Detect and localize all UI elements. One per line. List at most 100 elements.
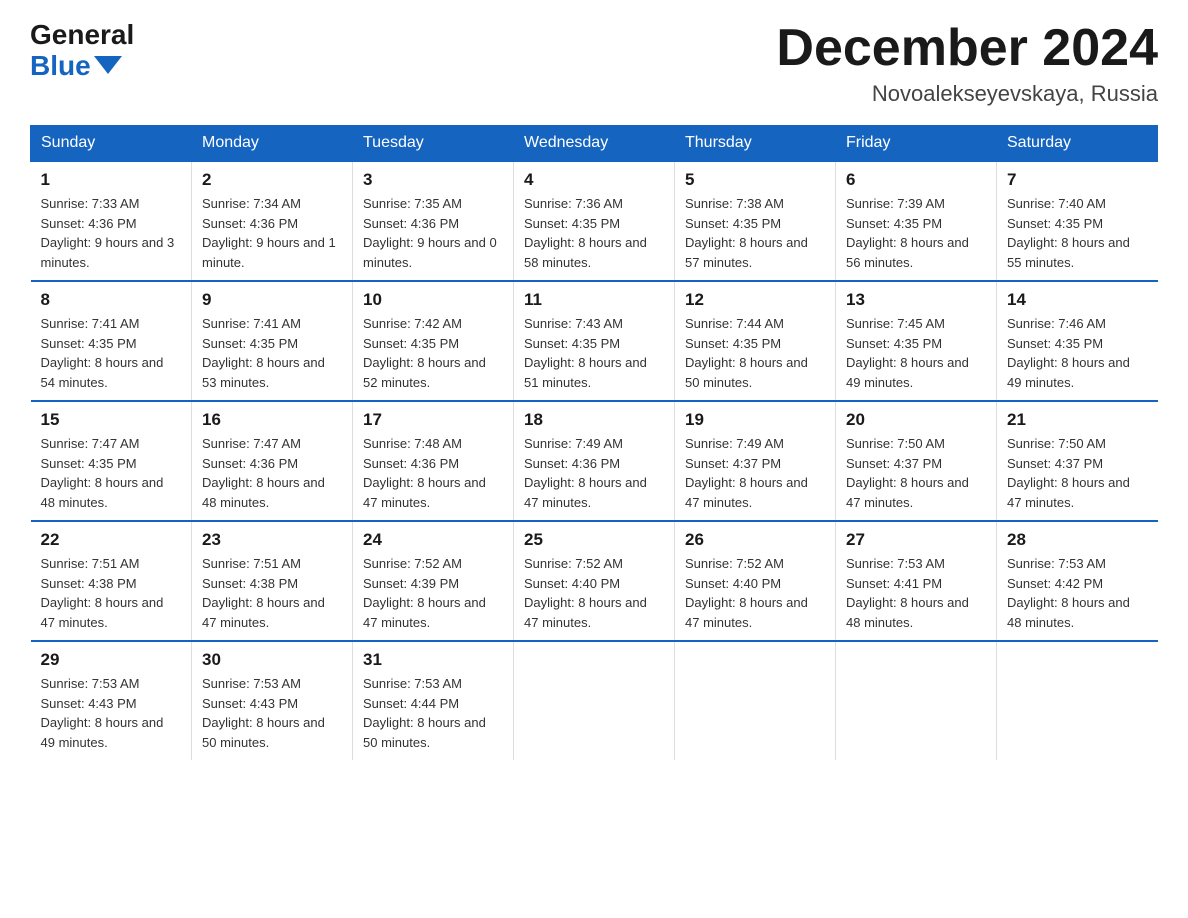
day-number: 16 xyxy=(202,410,342,430)
day-info: Sunrise: 7:44 AMSunset: 4:35 PMDaylight:… xyxy=(685,316,808,390)
day-info: Sunrise: 7:41 AMSunset: 4:35 PMDaylight:… xyxy=(202,316,325,390)
calendar-day-cell: 20 Sunrise: 7:50 AMSunset: 4:37 PMDaylig… xyxy=(836,401,997,521)
day-info: Sunrise: 7:47 AMSunset: 4:35 PMDaylight:… xyxy=(41,436,164,510)
calendar-day-cell xyxy=(675,641,836,760)
day-info: Sunrise: 7:47 AMSunset: 4:36 PMDaylight:… xyxy=(202,436,325,510)
day-number: 5 xyxy=(685,170,825,190)
day-info: Sunrise: 7:39 AMSunset: 4:35 PMDaylight:… xyxy=(846,196,969,270)
day-number: 12 xyxy=(685,290,825,310)
calendar-day-cell: 2 Sunrise: 7:34 AMSunset: 4:36 PMDayligh… xyxy=(192,161,353,281)
day-info: Sunrise: 7:53 AMSunset: 4:42 PMDaylight:… xyxy=(1007,556,1130,630)
day-info: Sunrise: 7:53 AMSunset: 4:44 PMDaylight:… xyxy=(363,676,486,750)
day-info: Sunrise: 7:49 AMSunset: 4:37 PMDaylight:… xyxy=(685,436,808,510)
day-info: Sunrise: 7:45 AMSunset: 4:35 PMDaylight:… xyxy=(846,316,969,390)
day-number: 3 xyxy=(363,170,503,190)
day-number: 14 xyxy=(1007,290,1148,310)
day-info: Sunrise: 7:53 AMSunset: 4:41 PMDaylight:… xyxy=(846,556,969,630)
calendar-day-cell: 7 Sunrise: 7:40 AMSunset: 4:35 PMDayligh… xyxy=(997,161,1158,281)
day-number: 26 xyxy=(685,530,825,550)
weekday-header-sunday: Sunday xyxy=(31,126,192,162)
day-info: Sunrise: 7:53 AMSunset: 4:43 PMDaylight:… xyxy=(202,676,325,750)
day-info: Sunrise: 7:52 AMSunset: 4:40 PMDaylight:… xyxy=(524,556,647,630)
day-number: 24 xyxy=(363,530,503,550)
day-number: 6 xyxy=(846,170,986,190)
calendar-body: 1 Sunrise: 7:33 AMSunset: 4:36 PMDayligh… xyxy=(31,161,1158,760)
day-number: 13 xyxy=(846,290,986,310)
calendar-day-cell: 12 Sunrise: 7:44 AMSunset: 4:35 PMDaylig… xyxy=(675,281,836,401)
day-info: Sunrise: 7:48 AMSunset: 4:36 PMDaylight:… xyxy=(363,436,486,510)
calendar-day-cell: 31 Sunrise: 7:53 AMSunset: 4:44 PMDaylig… xyxy=(353,641,514,760)
calendar-day-cell: 24 Sunrise: 7:52 AMSunset: 4:39 PMDaylig… xyxy=(353,521,514,641)
day-number: 18 xyxy=(524,410,664,430)
calendar-week-row: 22 Sunrise: 7:51 AMSunset: 4:38 PMDaylig… xyxy=(31,521,1158,641)
day-info: Sunrise: 7:49 AMSunset: 4:36 PMDaylight:… xyxy=(524,436,647,510)
day-number: 17 xyxy=(363,410,503,430)
calendar-day-cell: 25 Sunrise: 7:52 AMSunset: 4:40 PMDaylig… xyxy=(514,521,675,641)
day-number: 15 xyxy=(41,410,182,430)
calendar-table: SundayMondayTuesdayWednesdayThursdayFrid… xyxy=(30,125,1158,760)
day-number: 1 xyxy=(41,170,182,190)
calendar-day-cell: 1 Sunrise: 7:33 AMSunset: 4:36 PMDayligh… xyxy=(31,161,192,281)
day-number: 29 xyxy=(41,650,182,670)
weekday-header-tuesday: Tuesday xyxy=(353,126,514,162)
day-info: Sunrise: 7:53 AMSunset: 4:43 PMDaylight:… xyxy=(41,676,164,750)
day-info: Sunrise: 7:42 AMSunset: 4:35 PMDaylight:… xyxy=(363,316,486,390)
day-number: 25 xyxy=(524,530,664,550)
day-info: Sunrise: 7:40 AMSunset: 4:35 PMDaylight:… xyxy=(1007,196,1130,270)
day-number: 7 xyxy=(1007,170,1148,190)
day-number: 19 xyxy=(685,410,825,430)
day-info: Sunrise: 7:43 AMSunset: 4:35 PMDaylight:… xyxy=(524,316,647,390)
day-info: Sunrise: 7:50 AMSunset: 4:37 PMDaylight:… xyxy=(1007,436,1130,510)
calendar-day-cell: 14 Sunrise: 7:46 AMSunset: 4:35 PMDaylig… xyxy=(997,281,1158,401)
day-info: Sunrise: 7:33 AMSunset: 4:36 PMDaylight:… xyxy=(41,196,175,270)
logo-triangle-icon xyxy=(94,56,122,74)
weekday-row: SundayMondayTuesdayWednesdayThursdayFrid… xyxy=(31,126,1158,162)
day-number: 10 xyxy=(363,290,503,310)
calendar-week-row: 15 Sunrise: 7:47 AMSunset: 4:35 PMDaylig… xyxy=(31,401,1158,521)
calendar-day-cell: 9 Sunrise: 7:41 AMSunset: 4:35 PMDayligh… xyxy=(192,281,353,401)
month-title: December 2024 xyxy=(776,20,1158,77)
calendar-day-cell: 29 Sunrise: 7:53 AMSunset: 4:43 PMDaylig… xyxy=(31,641,192,760)
calendar-day-cell: 5 Sunrise: 7:38 AMSunset: 4:35 PMDayligh… xyxy=(675,161,836,281)
day-number: 30 xyxy=(202,650,342,670)
calendar-week-row: 29 Sunrise: 7:53 AMSunset: 4:43 PMDaylig… xyxy=(31,641,1158,760)
calendar-day-cell: 8 Sunrise: 7:41 AMSunset: 4:35 PMDayligh… xyxy=(31,281,192,401)
day-number: 11 xyxy=(524,290,664,310)
day-info: Sunrise: 7:52 AMSunset: 4:40 PMDaylight:… xyxy=(685,556,808,630)
weekday-header-wednesday: Wednesday xyxy=(514,126,675,162)
calendar-day-cell xyxy=(836,641,997,760)
day-info: Sunrise: 7:51 AMSunset: 4:38 PMDaylight:… xyxy=(202,556,325,630)
day-number: 23 xyxy=(202,530,342,550)
day-info: Sunrise: 7:38 AMSunset: 4:35 PMDaylight:… xyxy=(685,196,808,270)
day-info: Sunrise: 7:36 AMSunset: 4:35 PMDaylight:… xyxy=(524,196,647,270)
calendar-day-cell: 27 Sunrise: 7:53 AMSunset: 4:41 PMDaylig… xyxy=(836,521,997,641)
calendar-day-cell: 26 Sunrise: 7:52 AMSunset: 4:40 PMDaylig… xyxy=(675,521,836,641)
title-block: December 2024 Novoalekseyevskaya, Russia xyxy=(776,20,1158,107)
page-header: General Blue December 2024 Novoalekseyev… xyxy=(30,20,1158,107)
day-number: 21 xyxy=(1007,410,1148,430)
logo: General Blue xyxy=(30,20,134,82)
weekday-header-thursday: Thursday xyxy=(675,126,836,162)
calendar-week-row: 8 Sunrise: 7:41 AMSunset: 4:35 PMDayligh… xyxy=(31,281,1158,401)
logo-general-text: General xyxy=(30,20,134,51)
day-info: Sunrise: 7:41 AMSunset: 4:35 PMDaylight:… xyxy=(41,316,164,390)
day-info: Sunrise: 7:50 AMSunset: 4:37 PMDaylight:… xyxy=(846,436,969,510)
calendar-day-cell: 21 Sunrise: 7:50 AMSunset: 4:37 PMDaylig… xyxy=(997,401,1158,521)
day-number: 2 xyxy=(202,170,342,190)
calendar-day-cell: 16 Sunrise: 7:47 AMSunset: 4:36 PMDaylig… xyxy=(192,401,353,521)
location-label: Novoalekseyevskaya, Russia xyxy=(776,81,1158,107)
weekday-header-friday: Friday xyxy=(836,126,997,162)
day-number: 20 xyxy=(846,410,986,430)
day-info: Sunrise: 7:46 AMSunset: 4:35 PMDaylight:… xyxy=(1007,316,1130,390)
calendar-day-cell: 17 Sunrise: 7:48 AMSunset: 4:36 PMDaylig… xyxy=(353,401,514,521)
day-number: 22 xyxy=(41,530,182,550)
calendar-day-cell xyxy=(997,641,1158,760)
day-info: Sunrise: 7:51 AMSunset: 4:38 PMDaylight:… xyxy=(41,556,164,630)
day-number: 9 xyxy=(202,290,342,310)
logo-blue-text: Blue xyxy=(30,51,134,82)
calendar-day-cell: 18 Sunrise: 7:49 AMSunset: 4:36 PMDaylig… xyxy=(514,401,675,521)
calendar-day-cell: 10 Sunrise: 7:42 AMSunset: 4:35 PMDaylig… xyxy=(353,281,514,401)
weekday-header-monday: Monday xyxy=(192,126,353,162)
day-info: Sunrise: 7:52 AMSunset: 4:39 PMDaylight:… xyxy=(363,556,486,630)
calendar-day-cell: 11 Sunrise: 7:43 AMSunset: 4:35 PMDaylig… xyxy=(514,281,675,401)
